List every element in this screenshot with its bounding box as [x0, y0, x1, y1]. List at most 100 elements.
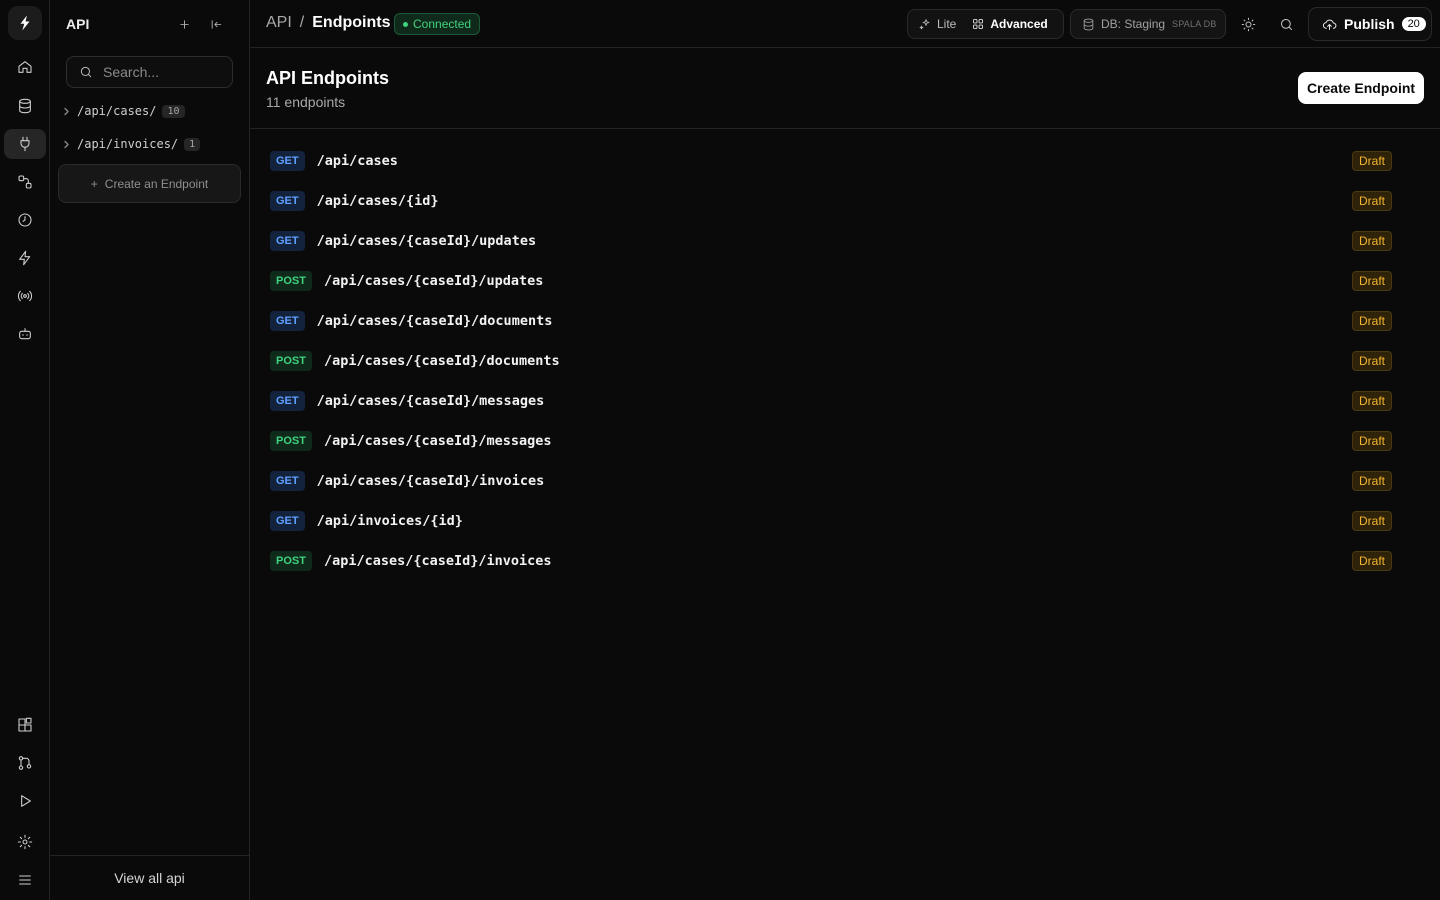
collapse-sidebar-button[interactable]	[204, 12, 228, 36]
search-icon	[1280, 18, 1292, 30]
git-icon	[18, 756, 32, 770]
rail-home[interactable]	[4, 52, 46, 82]
top-bar: API / Endpoints Connected Lite Advanced …	[250, 0, 1440, 48]
breadcrumb-separator: /	[299, 14, 305, 31]
tree-group-path: /api/invoices/	[77, 137, 179, 151]
mode-toggle: Lite Advanced	[907, 9, 1064, 39]
breadcrumb-parent[interactable]: API	[266, 14, 292, 32]
endpoint-path: /api/cases/{caseId}/updates	[323, 273, 544, 289]
app-window: API /api/cases/ 10 /api/invoices/ 1 + Cr…	[0, 0, 1440, 900]
endpoint-path: /api/cases/{id}	[316, 193, 439, 209]
endpoint-row[interactable]: GET/api/cases/{caseId}/invoices Draft	[266, 461, 1424, 501]
icon-rail	[0, 0, 50, 900]
page-title: API Endpoints	[266, 68, 389, 88]
endpoint-row[interactable]: GET/api/cases/{caseId}/updates Draft	[266, 221, 1424, 261]
endpoint-row[interactable]: POST/api/cases/{caseId}/updates Draft	[266, 261, 1424, 301]
settings-icon	[17, 834, 33, 850]
create-endpoint-sidebar-button[interactable]: + Create an Endpoint	[58, 164, 241, 203]
mode-advanced-label: Advanced	[990, 17, 1048, 31]
search-input[interactable]	[103, 64, 223, 80]
http-method-badge: POST	[270, 271, 312, 291]
integrations-icon	[18, 717, 32, 732]
status-dot	[403, 21, 408, 27]
chevron-right-icon	[58, 103, 74, 119]
mode-advanced-button[interactable]: Advanced	[964, 13, 1055, 35]
tree-group-count: 1	[184, 137, 201, 151]
status-badge: Draft	[1351, 391, 1392, 411]
endpoint-path: /api/cases/{caseId}/messages	[323, 433, 552, 449]
rail-workflows[interactable]	[4, 167, 46, 197]
mode-lite-button[interactable]: Lite	[911, 13, 964, 35]
broadcast-icon	[17, 290, 33, 302]
rail-agents[interactable]	[4, 319, 46, 349]
publish-button[interactable]: Publish 20	[1308, 7, 1432, 41]
rail-api[interactable]	[4, 129, 46, 159]
http-method-badge: GET	[270, 191, 305, 211]
endpoint-row[interactable]: GET/api/cases/{caseId}/messages Draft	[266, 381, 1424, 421]
connection-status-label: Connected	[413, 17, 472, 31]
theme-toggle-button[interactable]	[1236, 12, 1260, 36]
http-method-badge: GET	[270, 511, 305, 531]
global-search-button[interactable]	[1274, 12, 1298, 36]
rail-run[interactable]	[4, 786, 46, 816]
workflow-icon	[18, 175, 32, 189]
rail-branches[interactable]	[4, 748, 46, 778]
main-content: API Endpoints 11 endpoints Create Endpoi…	[250, 48, 1440, 900]
http-method-badge: GET	[270, 231, 305, 251]
endpoint-path: /api/cases/{caseId}/invoices	[323, 553, 552, 569]
status-badge: Draft	[1351, 471, 1392, 491]
http-method-badge: POST	[270, 551, 312, 571]
endpoint-row[interactable]: GET/api/cases Draft	[266, 141, 1424, 181]
http-method-badge: GET	[270, 311, 305, 331]
mode-lite-label: Lite	[937, 17, 957, 31]
collapse-icon	[211, 19, 221, 29]
tree-group-invoices[interactable]: /api/invoices/ 1	[58, 131, 201, 157]
cloud-upload-icon	[1322, 19, 1337, 30]
status-badge: Draft	[1351, 551, 1392, 571]
home-icon	[18, 61, 32, 73]
view-all-link[interactable]: View all api	[50, 855, 249, 900]
rail-realtime[interactable]	[4, 281, 46, 311]
endpoint-row[interactable]: GET/api/invoices/{id} Draft	[266, 501, 1424, 541]
database-sublabel: SPALA DB	[1172, 19, 1217, 29]
app-logo[interactable]	[8, 6, 42, 40]
page-header: API Endpoints 11 endpoints Create Endpoi…	[250, 48, 1440, 129]
create-endpoint-button[interactable]: Create Endpoint	[1298, 72, 1424, 104]
rail-history[interactable]	[4, 205, 46, 235]
database-label: DB: Staging	[1101, 17, 1166, 31]
rail-menu[interactable]	[4, 865, 46, 895]
rail-functions[interactable]	[4, 243, 46, 273]
database-selector[interactable]: DB: Staging SPALA DB	[1070, 9, 1226, 39]
database-icon	[1083, 18, 1094, 30]
endpoint-row[interactable]: POST/api/cases/{caseId}/invoices Draft	[266, 541, 1424, 581]
status-badge: Draft	[1351, 351, 1392, 371]
http-method-badge: POST	[270, 351, 312, 371]
endpoint-path: /api/cases/{caseId}/documents	[316, 313, 553, 329]
endpoint-row[interactable]: POST/api/cases/{caseId}/messages Draft	[266, 421, 1424, 461]
breadcrumb-current: Endpoints	[312, 14, 391, 31]
search-icon	[80, 66, 92, 78]
tree-group-cases[interactable]: /api/cases/ 10	[58, 98, 185, 124]
add-button[interactable]	[172, 12, 196, 36]
bot-icon	[19, 328, 31, 340]
logo-icon	[20, 15, 30, 31]
sun-icon	[1241, 17, 1255, 31]
endpoint-row[interactable]: POST/api/cases/{caseId}/documents Draft	[266, 341, 1424, 381]
sparkle-icon	[919, 19, 930, 30]
search-box	[66, 56, 233, 88]
api-sidebar: API /api/cases/ 10 /api/invoices/ 1 + Cr…	[50, 0, 250, 900]
plus-icon	[179, 19, 189, 29]
endpoint-count: 11 endpoints	[266, 94, 346, 110]
rail-settings[interactable]	[4, 827, 46, 857]
status-badge: Draft	[1351, 191, 1392, 211]
endpoint-row[interactable]: GET/api/cases/{caseId}/documents Draft	[266, 301, 1424, 341]
http-method-badge: GET	[270, 151, 305, 171]
status-badge: Draft	[1351, 511, 1392, 531]
plug-icon	[20, 136, 30, 152]
status-badge: Draft	[1351, 431, 1392, 451]
rail-integrations[interactable]	[4, 710, 46, 740]
endpoint-row[interactable]: GET/api/cases/{id} Draft	[266, 181, 1424, 221]
menu-icon	[19, 875, 31, 885]
rail-database[interactable]	[4, 91, 46, 121]
tree-group-path: /api/cases/	[77, 104, 157, 118]
